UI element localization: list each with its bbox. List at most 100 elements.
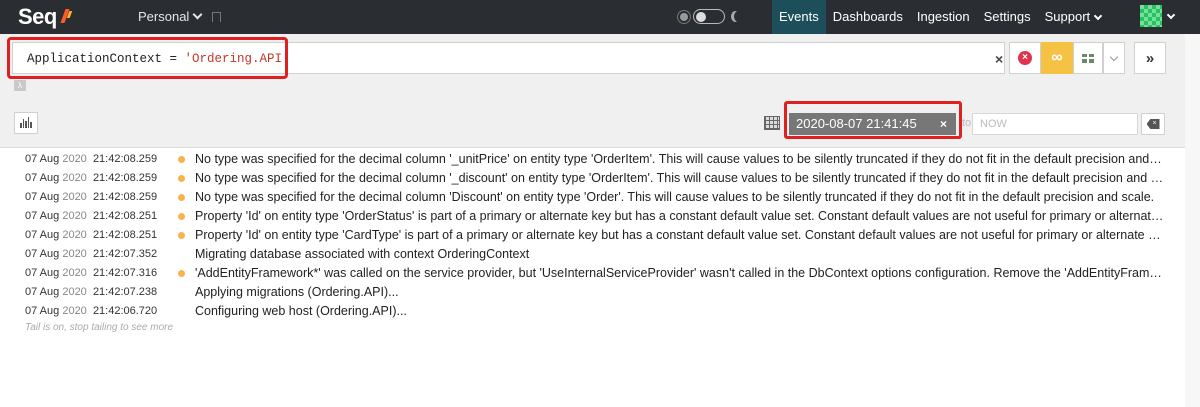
signals-button[interactable] — [1073, 42, 1103, 74]
nav-support[interactable]: Support — [1038, 0, 1109, 34]
event-timestamp: 07 Aug 2020 21:42:08.259 — [25, 153, 157, 165]
event-date: 07 Aug — [25, 229, 60, 241]
warning-level-icon — [178, 270, 185, 277]
query-highlight-annotation — [7, 37, 288, 79]
event-timestamp: 07 Aug 2020 21:42:06.720 — [25, 305, 157, 317]
seq-logo[interactable]: Seq — [18, 4, 71, 30]
event-date: 07 Aug — [25, 267, 60, 279]
bar-chart-icon — [20, 123, 22, 128]
close-circle-icon: × — [1018, 51, 1032, 65]
clear-dates-button[interactable]: × — [1141, 113, 1165, 135]
chevron-down-icon — [1166, 10, 1176, 19]
event-time: 21:42:08.251 — [92, 210, 158, 222]
event-time: 21:42:08.259 — [92, 191, 158, 203]
event-year: 2020 — [62, 210, 87, 222]
event-year: 2020 — [62, 229, 87, 241]
expand-button[interactable]: » — [1134, 42, 1166, 74]
nav-dashboards[interactable]: Dashboards — [826, 0, 910, 34]
event-date: 07 Aug — [25, 286, 60, 298]
main-nav: Events Dashboards Ingestion Settings Sup… — [772, 0, 1108, 34]
scrollbar[interactable] — [1185, 34, 1200, 407]
grid-icon — [1082, 53, 1094, 63]
event-year: 2020 — [62, 305, 87, 317]
event-row[interactable]: 07 Aug 2020 21:42:07.352 Migrating databa… — [0, 245, 1200, 264]
workspace-selector[interactable]: Personal — [138, 9, 222, 24]
calendar-icon[interactable] — [764, 116, 780, 130]
backspace-icon: × — [1146, 119, 1160, 129]
lambda-icon[interactable]: λ — [14, 80, 26, 91]
event-year: 2020 — [62, 172, 87, 184]
nav-settings[interactable]: Settings — [977, 0, 1038, 34]
warning-level-icon — [178, 213, 185, 220]
workspace-label: Personal — [138, 9, 190, 24]
event-row[interactable]: 07 Aug 2020 21:42:08.251 Property 'Id' on… — [0, 226, 1200, 245]
to-date-placeholder: NOW — [980, 118, 1007, 130]
event-year: 2020 — [62, 267, 87, 279]
nav-events[interactable]: Events — [772, 0, 826, 34]
event-row[interactable]: 07 Aug 2020 21:42:08.259 No type was spec… — [0, 169, 1200, 188]
event-message: Property 'Id' on entity type 'CardType' … — [195, 228, 1165, 242]
theme-toggle[interactable] — [680, 9, 743, 24]
logo-mark-icon — [61, 9, 71, 25]
histogram-button[interactable] — [14, 112, 38, 134]
user-menu[interactable] — [1140, 5, 1176, 27]
event-time: 21:42:08.259 — [92, 172, 158, 184]
nav-label: Events — [779, 9, 819, 24]
clear-query-button[interactable]: × — [995, 51, 1003, 67]
tail-button[interactable]: ∞ — [1041, 42, 1073, 74]
event-message: Applying migrations (Ordering.API)... — [195, 285, 399, 299]
tail-note: Tail is on, stop tailing to see more — [25, 322, 174, 333]
event-message: Property 'Id' on entity type 'OrderStatu… — [195, 209, 1165, 223]
event-date: 07 Aug — [25, 172, 60, 184]
event-timestamp: 07 Aug 2020 21:42:08.259 — [25, 191, 157, 203]
event-timestamp: 07 Aug 2020 21:42:07.316 — [25, 267, 157, 279]
date-highlight-annotation — [784, 101, 962, 139]
event-time: 21:42:07.352 — [92, 248, 158, 260]
event-timestamp: 07 Aug 2020 21:42:08.251 — [25, 229, 157, 241]
event-message: No type was specified for the decimal co… — [195, 152, 1165, 166]
event-timestamp: 07 Aug 2020 21:42:08.259 — [25, 172, 157, 184]
avatar — [1140, 5, 1162, 27]
nav-ingestion[interactable]: Ingestion — [910, 0, 977, 34]
warning-level-icon — [178, 232, 185, 239]
top-bar: Seq Personal Events Dashboards Ingestion… — [0, 0, 1200, 34]
logo-text: Seq — [18, 4, 57, 29]
event-year: 2020 — [62, 153, 87, 165]
event-row[interactable]: 07 Aug 2020 21:42:07.238 Applying migrati… — [0, 283, 1200, 302]
nav-label: Settings — [983, 9, 1031, 24]
event-time: 21:42:06.720 — [92, 305, 158, 317]
double-chevron-right-icon: » — [1145, 49, 1155, 67]
event-date: 07 Aug — [25, 305, 60, 317]
event-timestamp: 07 Aug 2020 21:42:07.238 — [25, 286, 157, 298]
bookmark-icon[interactable] — [212, 11, 222, 22]
event-message: Migrating database associated with conte… — [195, 247, 530, 261]
event-row[interactable]: 07 Aug 2020 21:42:08.251 Property 'Id' on… — [0, 207, 1200, 226]
event-date: 07 Aug — [25, 248, 60, 260]
event-date: 07 Aug — [25, 153, 60, 165]
query-area: ApplicationContext = 'Ordering.API' × × … — [0, 34, 1200, 94]
chevron-down-icon — [1093, 11, 1103, 20]
event-time: 21:42:07.238 — [92, 286, 158, 298]
event-time: 21:42:08.259 — [92, 153, 158, 165]
chevron-down-icon — [192, 9, 203, 20]
event-row[interactable]: 07 Aug 2020 21:42:08.259 No type was spec… — [0, 150, 1200, 169]
event-message: No type was specified for the decimal co… — [195, 190, 1155, 204]
event-message: Configuring web host (Ordering.API)... — [195, 304, 407, 318]
event-time: 21:42:08.251 — [92, 229, 158, 241]
event-year: 2020 — [62, 191, 87, 203]
event-row[interactable]: 07 Aug 2020 21:42:06.720 Configuring web … — [0, 302, 1200, 321]
event-row[interactable]: 07 Aug 2020 21:42:07.316 'AddEntityFramew… — [0, 264, 1200, 283]
warning-level-icon — [178, 175, 185, 182]
event-row[interactable]: 07 Aug 2020 21:42:08.259 No type was spec… — [0, 188, 1200, 207]
event-timestamp: 07 Aug 2020 21:42:08.251 — [25, 210, 157, 222]
cancel-button[interactable]: × — [1009, 42, 1041, 74]
sun-icon — [680, 12, 688, 21]
theme-switch[interactable] — [693, 9, 725, 24]
warning-level-icon — [178, 194, 185, 201]
event-date: 07 Aug — [25, 191, 60, 203]
event-year: 2020 — [62, 286, 87, 298]
nav-label: Support — [1044, 9, 1091, 24]
to-date-field[interactable]: NOW — [972, 113, 1138, 135]
filter-row: 2020-08-07 21:41:45 × to NOW × — [0, 94, 1200, 148]
signals-dropdown-button[interactable] — [1103, 42, 1125, 74]
